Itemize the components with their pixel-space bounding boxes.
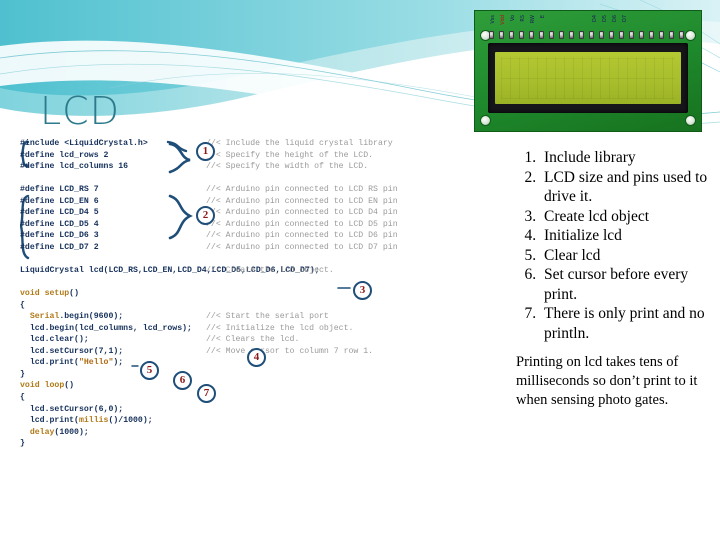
callout-marker-3: 3 [353,281,372,300]
pin-label-d7: D7 [622,15,628,23]
lcd-pcb: Vss Vdd Vo RS RW E D4 D5 D6 D7 [474,10,702,132]
pin-label-d5: D5 [602,15,608,23]
note-item-3: Create lcd object [540,207,714,227]
code-line: #define lcd_rows 2//< Specify the height… [20,150,374,160]
notes-column: Include libraryLCD size and pins used to… [516,148,714,410]
code-line: #define lcd_columns 16//< Specify the wi… [20,162,369,172]
note-item-4: Initialize lcd [540,226,714,246]
code-line: #define LCD_D6 3//< Arduino pin connecte… [20,231,398,241]
callout-marker-4: 4 [247,348,266,367]
code-line: #define LCD_D5 4//< Arduino pin connecte… [20,219,398,229]
code-line: lcd.begin(lcd_columns, lcd_rows);//< Ini… [20,323,354,333]
note-item-5: Clear lcd [540,246,714,266]
lcd-bezel [488,43,688,113]
code-line: #define LCD_D7 2//< Arduino pin connecte… [20,242,398,252]
pin-label-vo: Vo [510,15,516,22]
note-item-1: Include library [540,148,714,168]
lcd-pin-header [489,31,687,40]
callout-marker-6: 6 [173,371,192,390]
code-line: #define LCD_D4 5//< Arduino pin connecte… [20,208,398,218]
note-item-6: Set cursor before every print. [540,265,714,304]
code-listing-panel: #include <LiquidCrystal.h>//< Include th… [20,138,516,496]
source-code: #include <LiquidCrystal.h>//< Include th… [20,138,516,450]
code-line: delay(1000); [29,427,89,437]
callout-marker-1: 1 [196,142,215,161]
code-line: } [20,439,25,449]
code-line: lcd.clear();//< Clears the lcd. [20,335,300,345]
note-paragraph: Printing on lcd takes tens of millisecon… [516,354,698,408]
pin-label-d6: D6 [612,15,618,23]
callout-marker-5: 5 [140,361,159,380]
code-line: lcd.print(millis()/1000); [20,416,153,426]
pin-label-rs: RS [520,15,526,22]
numbered-note-list: Include libraryLCD size and pins used to… [516,148,714,343]
code-line: lcd.setCursor(7,1);//< Move cursor to co… [20,346,374,356]
pin-label-e: E [540,15,546,19]
code-line: { [20,393,25,403]
note-item-2: LCD size and pins used to drive it. [540,168,714,207]
lcd-character-grid [501,57,675,99]
callout-marker-2: 2 [196,206,215,225]
code-line: #define LCD_EN 6//< Arduino pin connecte… [20,196,398,206]
code-line: LiquidCrystal lcd(LCD_RS,LCD_EN,LCD_D4,L… [20,266,334,276]
code-line: void setup() [20,289,79,299]
code-line: #define LCD_RS 7//< Arduino pin connecte… [20,185,398,195]
pin-label-vdd: Vdd [500,15,506,25]
note-item-7: There is only print and no println. [540,304,714,343]
mounting-hole-icon [685,115,696,126]
lcd-screen [495,52,681,104]
code-line: lcd.setCursor(6,0); [20,404,124,414]
code-line: { [20,300,25,310]
code-line: } [20,369,25,379]
callout-marker-7: 7 [197,384,216,403]
lcd-module-image: Vss Vdd Vo RS RW E D4 D5 D6 D7 [474,10,702,132]
mounting-hole-icon [480,115,491,126]
code-line: #include <LiquidCrystal.h>//< Include th… [20,139,393,148]
pin-label-vss: Vss [490,15,496,24]
code-line: lcd.print("Hello"); [20,358,124,368]
code-line: Serial.begin(9600);//< Start the serial … [29,312,329,322]
pin-label-rw: RW [530,15,536,24]
slide-canvas: LCD Vss Vdd Vo RS RW E D4 D5 D6 D7 #incl… [0,0,720,540]
pin-label-d4: D4 [592,15,598,23]
code-line: void loop() [20,381,75,391]
page-title: LCD [40,89,120,133]
